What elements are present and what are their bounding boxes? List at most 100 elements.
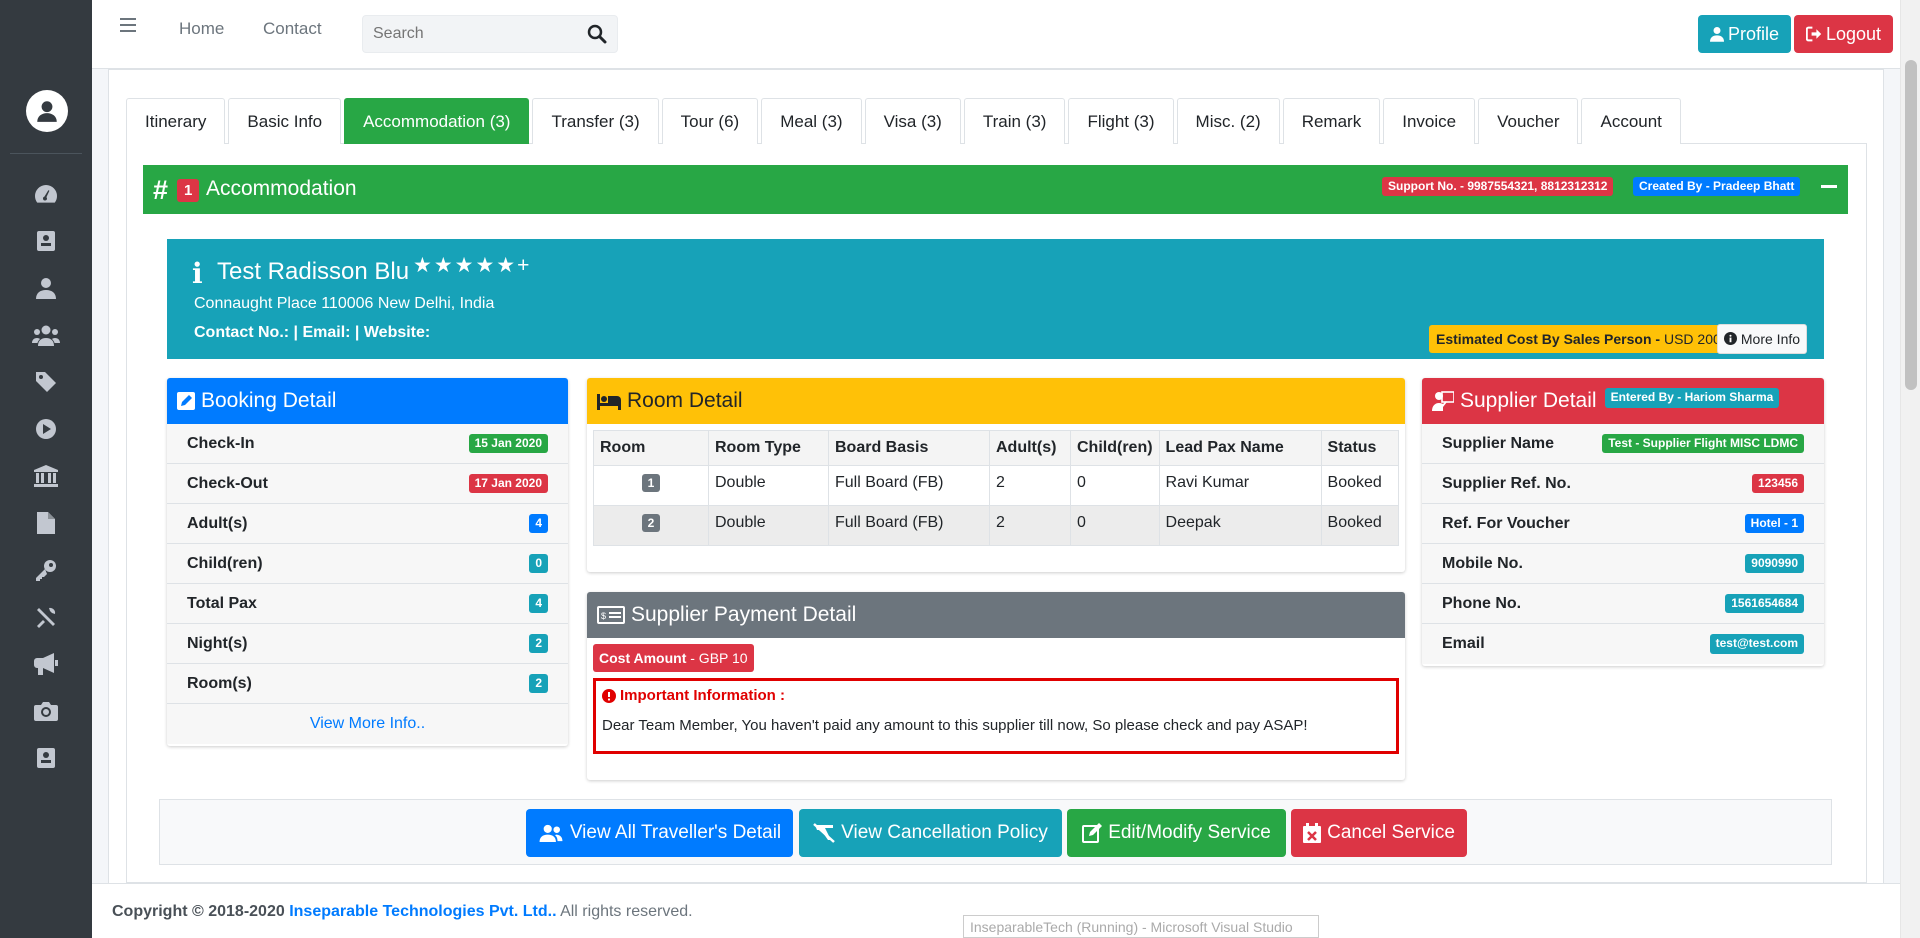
important-title-row: Important Information : [602,687,1390,704]
tag-icon[interactable] [30,366,62,398]
booking-value-badge: 17 Jan 2020 [468,473,548,494]
tab-account[interactable]: Account [1581,98,1681,144]
cancel-service-button[interactable]: Cancel Service [1291,809,1467,857]
chalkboard-teacher-icon [1432,391,1454,411]
tab-meal[interactable]: Meal (3) [761,98,862,144]
supplier-detail-panel: Supplier Detail Entered By - Hariom Shar… [1422,378,1824,666]
copyright-suffix: All rights reserved. [560,903,693,920]
sign-out-icon [1806,26,1822,42]
view-cancellation-label: View Cancellation Policy [841,822,1048,843]
tab-accommodation[interactable]: Accommodation (3) [344,98,530,144]
logout-label: Logout [1826,23,1882,44]
supplier-value-badge: 9090990 [1745,553,1804,574]
user-icon [1710,27,1724,42]
supplier-row-email: Email test@test.com [1422,624,1824,664]
created-by-badge: Created By - Pradeep Bhatt [1633,177,1801,197]
tab-tour[interactable]: Tour (6) [661,98,759,144]
user-avatar-icon[interactable] [26,90,68,132]
status-cell: Booked [1320,505,1400,546]
tab-itinerary[interactable]: Itinerary [126,98,226,144]
key-icon[interactable] [30,554,62,586]
users-icon[interactable] [30,319,62,351]
booking-value-badge: 4 [529,593,548,614]
edit-icon [177,392,195,410]
tab-misc[interactable]: Misc. (2) [1176,98,1280,144]
tools-icon[interactable] [30,601,62,633]
supplier-detail-header: Supplier Detail Entered By - Hariom Shar… [1422,378,1824,424]
estimated-cost-value: USD 200 [1663,331,1721,347]
supplier-label: Email [1442,635,1485,652]
booking-value-badge: 2 [529,633,548,654]
contact-card-icon[interactable] [30,742,62,774]
booking-row-check-out: Check-Out 17 Jan 2020 [167,464,568,504]
booking-row-total-pax: Total Pax 4 [167,584,568,624]
booking-label: Room(s) [187,674,252,692]
taskbar-tooltip: InseparableTech (Running) - Microsoft Vi… [963,915,1319,938]
supplier-row-name: Supplier Name Test - Supplier Flight MISC… [1422,424,1824,464]
info-circle-icon [1724,332,1737,345]
company-link[interactable]: Inseparable Technologies Pvt. Ltd.. [289,903,556,920]
cost-amount-label: Cost Amount [599,650,687,666]
edit-service-label: Edit/Modify Service [1108,822,1271,843]
view-travellers-button[interactable]: View All Traveller's Detail [526,809,793,857]
sidebar-divider [10,153,82,154]
booking-row-children: Child(ren) 0 [167,544,568,584]
supplier-payment-title: Supplier Payment Detail [631,603,857,626]
cancel-service-label: Cancel Service [1327,822,1455,843]
action-bar: View All Traveller's Detail View Cancell… [159,799,1832,865]
supplier-row-ref-no: Supplier Ref. No. 123456 [1422,464,1824,504]
tab-remark[interactable]: Remark [1282,98,1381,144]
view-travellers-label: View All Traveller's Detail [569,822,782,843]
supplier-payment-header: $ Supplier Payment Detail [587,592,1405,638]
more-info-button[interactable]: More Info [1717,324,1808,354]
edit-service-button[interactable]: Edit/Modify Service [1067,809,1286,857]
hotel-name: Test Radisson Blu [217,258,410,285]
booking-label: Check-Out [187,474,268,492]
view-more-row: View More Info.. [167,704,568,744]
sidebar [0,0,92,938]
view-more-info-link[interactable]: View More Info.. [310,715,425,733]
tab-voucher[interactable]: Voucher [1478,98,1579,144]
tab-train[interactable]: Train (3) [963,98,1066,144]
nav-contact[interactable]: Contact [263,19,322,39]
room-number-badge: 1 [641,474,661,492]
tab-invoice[interactable]: Invoice [1383,98,1476,144]
tab-transfer[interactable]: Transfer (3) [532,98,659,144]
camera-icon[interactable] [30,695,62,727]
booking-detail-title: Booking Detail [201,389,337,412]
hotel-contact-line: Contact No.: | Email: | Website: [194,324,431,341]
tab-visa[interactable]: Visa (3) [864,98,961,144]
col-board-basis: Board Basis [828,430,990,466]
view-cancellation-button[interactable]: View Cancellation Policy [799,809,1062,857]
logout-button[interactable]: Logout [1794,15,1894,53]
supplier-label: Supplier Ref. No. [1442,474,1571,492]
search-input[interactable] [363,16,573,52]
lead-pax-cell: Deepak [1158,505,1322,546]
col-lead-pax: Lead Pax Name [1158,430,1322,466]
bullhorn-icon[interactable] [30,648,62,680]
exclamation-circle-icon [602,688,616,703]
dashboard-icon[interactable] [30,178,62,210]
file-icon[interactable] [30,507,62,539]
address-card-icon[interactable] [30,225,62,257]
col-children: Child(ren) [1070,430,1160,466]
collapse-minus-icon[interactable] [1821,185,1837,188]
hamburger-menu-icon[interactable] [120,18,136,36]
user-icon[interactable] [30,272,62,304]
page-scrollbar[interactable] [1900,0,1920,938]
info-icon: i [192,257,203,290]
supplier-label: Supplier Name [1442,434,1555,452]
scrollbar-thumb[interactable] [1905,60,1917,390]
supplier-value-badge: 123456 [1751,473,1804,494]
entered-by-badge: Entered By - Hariom Sharma [1604,388,1780,408]
board-basis-cell: Full Board (FB) [828,465,990,506]
adults-cell: 2 [989,505,1071,546]
profile-button[interactable]: Profile [1698,15,1792,53]
nav-home[interactable]: Home [179,19,224,39]
play-circle-icon[interactable] [30,413,62,445]
bank-icon[interactable] [30,460,62,492]
tab-basic-info[interactable]: Basic Info [228,98,342,144]
important-text: Dear Team Member, You haven't paid any a… [602,717,1308,734]
tab-flight[interactable]: Flight (3) [1068,98,1174,144]
search-icon[interactable] [587,24,609,44]
